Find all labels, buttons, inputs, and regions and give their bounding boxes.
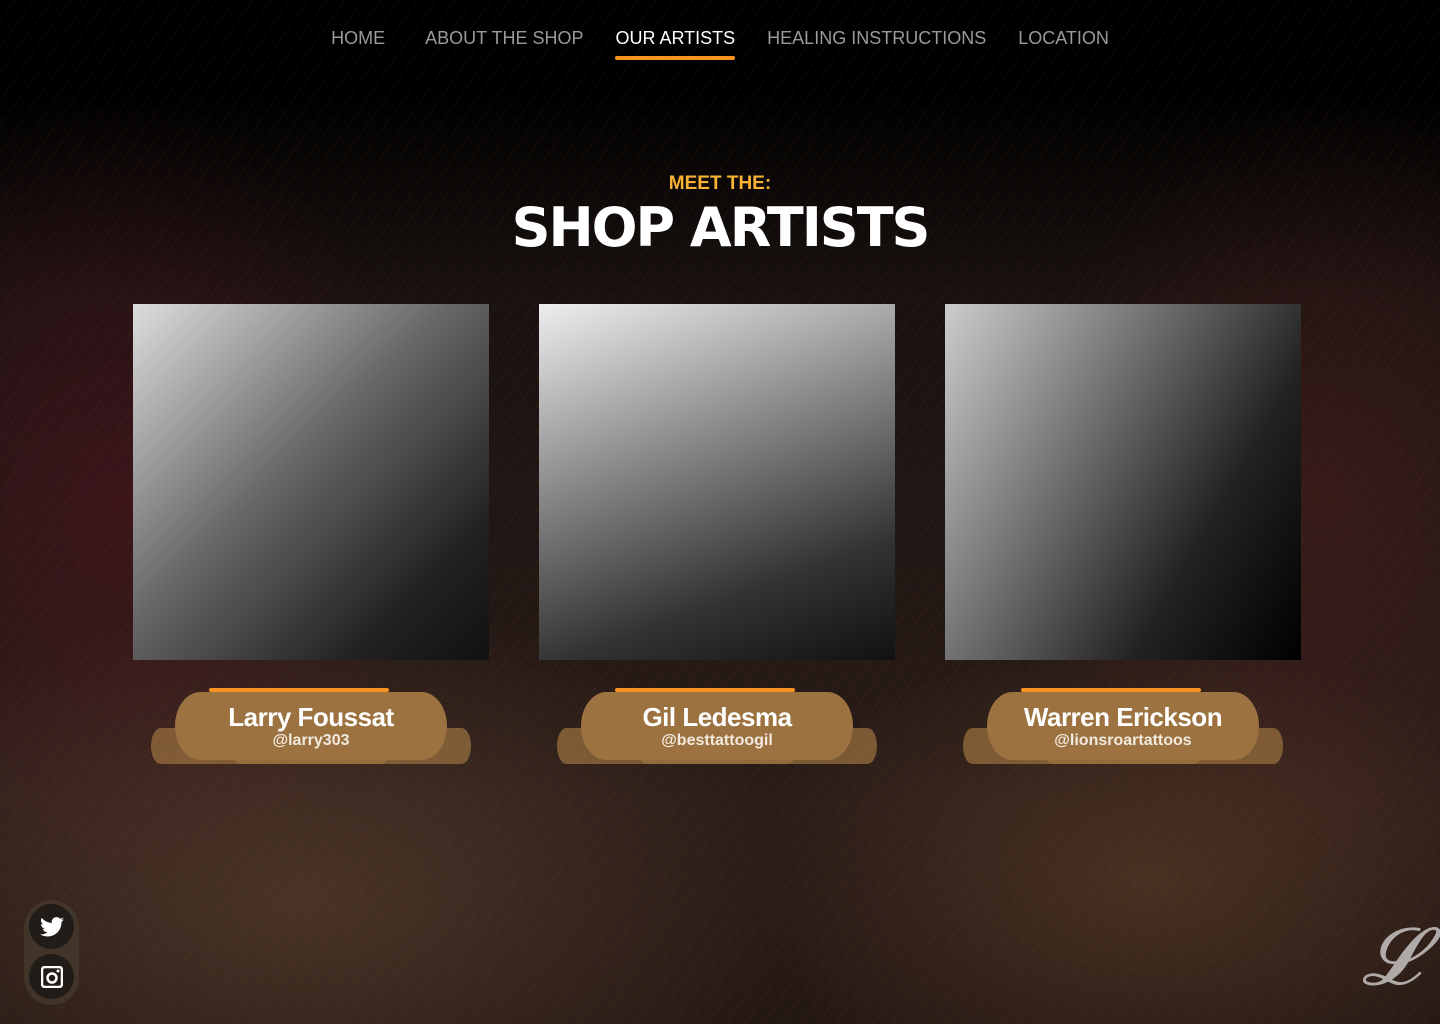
artist-banner: Larry Foussat @larry303	[129, 688, 493, 764]
artist-name: Gil Ledesma	[642, 702, 792, 732]
artist-card[interactable]: Gil Ledesma @besttattoogil	[539, 304, 895, 764]
artist-handle[interactable]: @lionsroartattoos	[941, 732, 1305, 750]
main-nav: HOME ABOUT THE SHOP OUR ARTISTS HEALING …	[0, 0, 1440, 80]
section-kicker: MEET THE:	[668, 173, 772, 194]
artist-handle[interactable]: @besttattoogil	[535, 732, 899, 750]
page-title: SHOP ARTISTS	[511, 196, 931, 259]
artist-name: Larry Foussat	[228, 702, 394, 732]
artist-card[interactable]: Larry Foussat @larry303	[133, 304, 489, 764]
nav-about[interactable]: ABOUT THE SHOP	[425, 28, 583, 60]
shop-logo: 𝓛	[1361, 910, 1420, 1003]
nav-home[interactable]: HOME	[331, 28, 385, 60]
artist-card[interactable]: Warren Erickson @lionsroartattoos	[945, 304, 1301, 764]
twitter-icon[interactable]	[29, 904, 74, 949]
nav-healing[interactable]: HEALING INSTRUCTIONS	[767, 28, 986, 60]
nav-location[interactable]: LOCATION	[1018, 28, 1109, 60]
artist-name: Warren Erickson	[1023, 702, 1223, 732]
artist-banner: Warren Erickson @lionsroartattoos	[941, 688, 1305, 764]
social-links	[24, 900, 79, 1005]
artist-photo	[539, 304, 895, 660]
instagram-icon[interactable]	[29, 954, 74, 999]
nav-our-artists[interactable]: OUR ARTISTS	[615, 28, 735, 60]
artist-photo	[133, 304, 489, 660]
artist-banner: Gil Ledesma @besttattoogil	[535, 688, 899, 764]
artist-handle[interactable]: @larry303	[129, 732, 493, 750]
artist-photo	[945, 304, 1301, 660]
